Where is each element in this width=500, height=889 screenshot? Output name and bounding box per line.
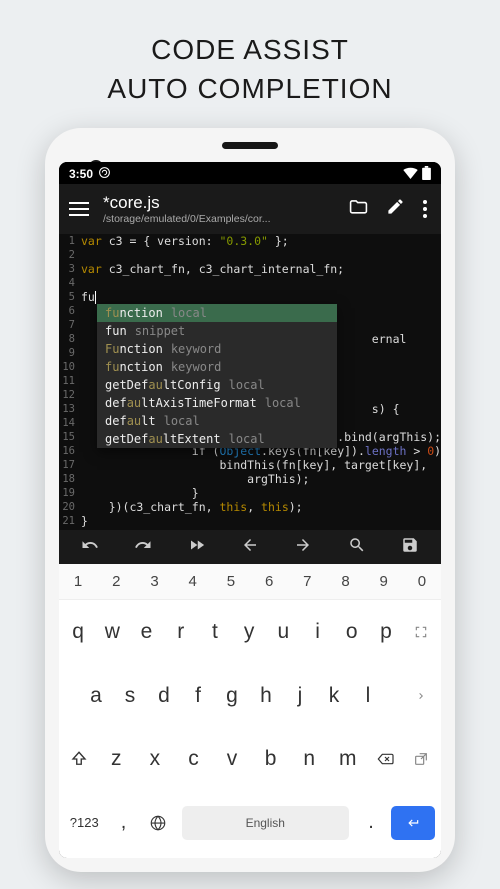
status-time: 3:50 xyxy=(69,167,93,181)
key-k[interactable]: k xyxy=(317,664,351,728)
promo-line2: AUTO COMPLETION xyxy=(107,73,392,104)
overflow-icon[interactable] xyxy=(423,200,427,218)
speaker-grill xyxy=(222,142,278,149)
key-i[interactable]: i xyxy=(300,600,334,664)
key-h[interactable]: h xyxy=(249,664,283,728)
dot-key[interactable]: . xyxy=(355,791,387,855)
suggestion-item[interactable]: funsnippet xyxy=(97,322,337,340)
key-f[interactable]: f xyxy=(181,664,215,728)
chevron-right-icon[interactable] xyxy=(403,664,439,728)
soft-keyboard: 1 2 3 4 5 6 7 8 9 0 q w e r t y u xyxy=(59,564,441,858)
key-p[interactable]: p xyxy=(369,600,403,664)
popout-icon[interactable] xyxy=(403,727,439,791)
phone-frame: 3:50 *core.js /storage/emulated/0/Exampl… xyxy=(45,128,455,872)
file-path: /storage/emulated/0/Examples/cor... xyxy=(103,213,283,225)
key-y[interactable]: y xyxy=(232,600,266,664)
key-t[interactable]: t xyxy=(198,600,232,664)
run-icon[interactable] xyxy=(177,536,217,559)
key-l[interactable]: l xyxy=(351,664,385,728)
key-5[interactable]: 5 xyxy=(212,564,250,599)
key-m[interactable]: m xyxy=(328,727,367,791)
key-c[interactable]: c xyxy=(174,727,213,791)
code-editor[interactable]: 1var c3 = { version: "0.3.0" }; 2 3var c… xyxy=(59,234,441,530)
key-8[interactable]: 8 xyxy=(326,564,364,599)
key-q[interactable]: q xyxy=(61,600,95,664)
enter-key[interactable] xyxy=(391,806,435,840)
save-icon[interactable] xyxy=(390,536,430,559)
promo-header: CODE ASSIST AUTO COMPLETION xyxy=(0,0,500,118)
number-row: 1 2 3 4 5 6 7 8 9 0 xyxy=(59,564,441,600)
autocomplete-popup[interactable]: functionlocal funsnippet Functionkeyword… xyxy=(97,304,337,448)
battery-icon xyxy=(422,166,431,183)
globe-icon[interactable] xyxy=(140,791,176,855)
spacebar[interactable]: English xyxy=(182,806,349,840)
menu-icon[interactable] xyxy=(65,202,93,216)
fullscreen-icon[interactable] xyxy=(403,600,439,664)
wifi-icon xyxy=(403,167,418,182)
redo-icon[interactable] xyxy=(123,536,163,559)
suggestion-item[interactable]: getDefaultConfiglocal xyxy=(97,376,337,394)
suggestion-item[interactable]: defaultAxisTimeFormatlocal xyxy=(97,394,337,412)
suggestion-item[interactable]: getDefaultExtentlocal xyxy=(97,430,337,448)
key-w[interactable]: w xyxy=(95,600,129,664)
key-u[interactable]: u xyxy=(266,600,300,664)
restart-icon xyxy=(98,166,111,182)
key-d[interactable]: d xyxy=(147,664,181,728)
status-bar: 3:50 xyxy=(59,162,441,184)
arrow-right-icon[interactable] xyxy=(283,536,323,559)
edit-icon[interactable] xyxy=(386,197,405,221)
arrow-left-icon[interactable] xyxy=(230,536,270,559)
key-o[interactable]: o xyxy=(335,600,369,664)
key-x[interactable]: x xyxy=(136,727,175,791)
shift-key[interactable] xyxy=(61,727,97,791)
app-bar: *core.js /storage/emulated/0/Examples/co… xyxy=(59,184,441,234)
key-s[interactable]: s xyxy=(113,664,147,728)
editor-toolbar xyxy=(59,530,441,564)
key-2[interactable]: 2 xyxy=(97,564,135,599)
file-name: *core.js xyxy=(103,193,349,213)
key-g[interactable]: g xyxy=(215,664,249,728)
key-e[interactable]: e xyxy=(129,600,163,664)
key-r[interactable]: r xyxy=(164,600,198,664)
screen: 3:50 *core.js /storage/emulated/0/Exampl… xyxy=(59,162,441,858)
suggestion-item[interactable]: functionlocal xyxy=(97,304,337,322)
switch-key[interactable]: ?123 xyxy=(61,791,108,855)
comma-key[interactable]: , xyxy=(108,791,140,855)
undo-icon[interactable] xyxy=(70,536,110,559)
key-1[interactable]: 1 xyxy=(59,564,97,599)
key-6[interactable]: 6 xyxy=(250,564,288,599)
key-9[interactable]: 9 xyxy=(365,564,403,599)
folder-icon[interactable] xyxy=(349,197,368,221)
search-icon[interactable] xyxy=(337,536,377,559)
key-0[interactable]: 0 xyxy=(403,564,441,599)
key-v[interactable]: v xyxy=(213,727,252,791)
suggestion-item[interactable]: Functionkeyword xyxy=(97,340,337,358)
key-b[interactable]: b xyxy=(251,727,290,791)
key-7[interactable]: 7 xyxy=(288,564,326,599)
key-4[interactable]: 4 xyxy=(174,564,212,599)
key-a[interactable]: a xyxy=(79,664,113,728)
backspace-key[interactable] xyxy=(367,727,403,791)
key-n[interactable]: n xyxy=(290,727,329,791)
cursor xyxy=(95,291,96,304)
key-j[interactable]: j xyxy=(283,664,317,728)
key-z[interactable]: z xyxy=(97,727,136,791)
promo-line1: CODE ASSIST xyxy=(151,34,349,65)
suggestion-item[interactable]: defaultlocal xyxy=(97,412,337,430)
suggestion-item[interactable]: functionkeyword xyxy=(97,358,337,376)
key-3[interactable]: 3 xyxy=(135,564,173,599)
